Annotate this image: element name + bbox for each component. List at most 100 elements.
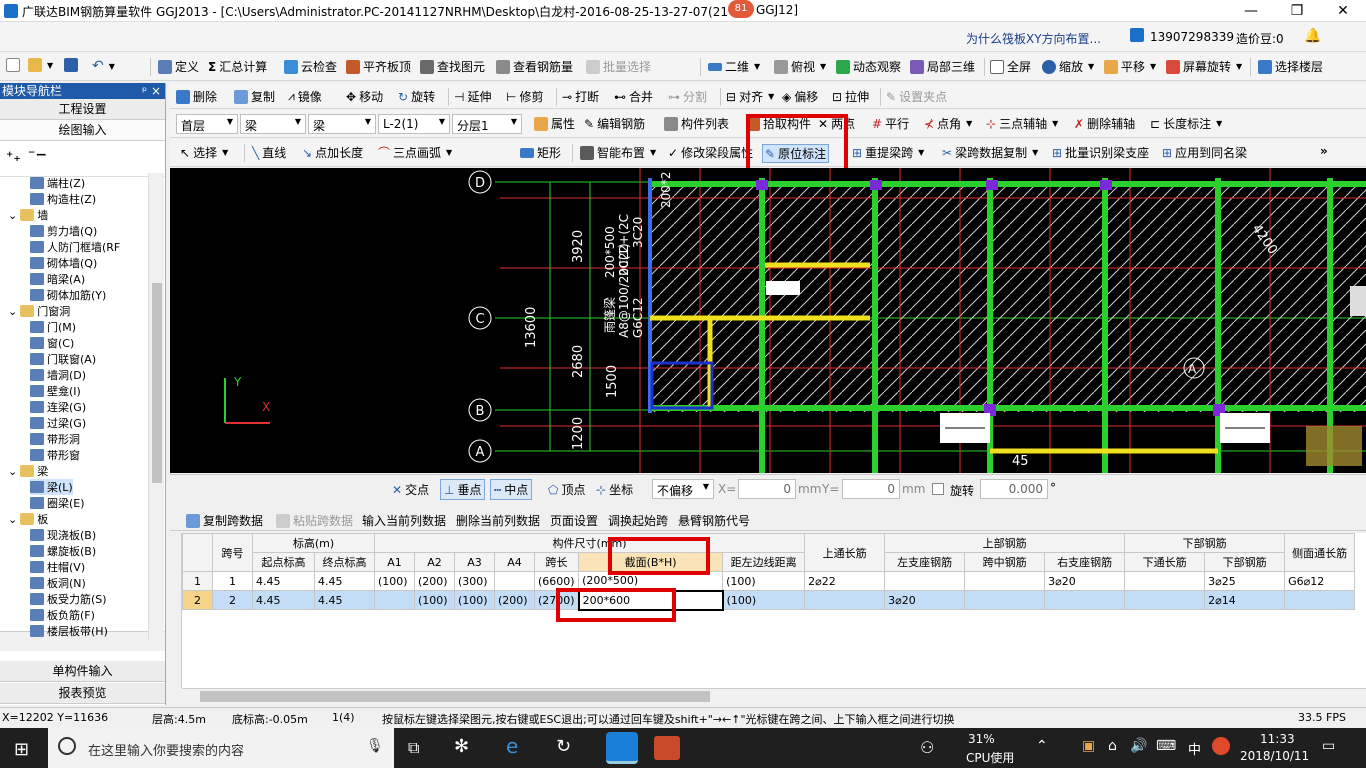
cell-a3[interactable]: (100) — [454, 590, 495, 610]
tree-item[interactable]: 砌体加筋(Y) — [30, 287, 106, 303]
point-length-button[interactable]: ↘ 点加长度 — [302, 144, 363, 161]
project-settings-button[interactable]: 工程设置 — [0, 99, 165, 120]
edit-rebar-button[interactable]: ✎ 编辑钢筋 — [584, 115, 645, 132]
table-row[interactable]: 1 1 4.45 4.45 (100) (200) (300) (6600) (200*500)… — [182, 571, 1356, 591]
batch-identify-button[interactable]: ⊞ 批量识别梁支座 — [1052, 144, 1149, 161]
snap-coordinate-button[interactable]: ⊹ 坐标 — [596, 481, 633, 498]
cell-end[interactable]: 4.45 — [314, 571, 375, 591]
cad-drawing[interactable]: D C B A 3920 13600 2680 1500 1200 4200 4… — [170, 168, 1366, 473]
rectangle-button[interactable]: 矩形 — [520, 144, 561, 161]
cell-top_long[interactable]: 2⌀22 — [804, 571, 886, 591]
tree-item[interactable]: 剪力墙(Q) — [30, 223, 97, 239]
cell-mid[interactable] — [964, 590, 1046, 610]
clock-time[interactable]: 11:33 — [1260, 732, 1295, 746]
table-row[interactable]: 2 2 4.45 4.45 (100) (100) (200) (2700) 200*600 (1… — [182, 589, 1356, 611]
bell-icon[interactable]: 🔔 — [1304, 28, 1321, 44]
cell-left[interactable] — [884, 571, 966, 591]
view-rebar-button[interactable]: 查看钢筋量 — [496, 58, 573, 75]
cell-start[interactable]: 4.45 — [252, 590, 315, 610]
page-setup-button[interactable]: 页面设置 — [550, 512, 598, 529]
maximize-button[interactable]: ❐ — [1274, 0, 1320, 22]
summary-calc-button[interactable]: Σ 汇总计算 — [208, 58, 267, 75]
select-floor-button[interactable]: 选择楼层 — [1258, 58, 1323, 75]
task-view-icon[interactable]: ⧉ — [408, 738, 419, 758]
cell-bot[interactable]: 3⌀25 — [1204, 571, 1286, 591]
tree-item[interactable]: 端柱(Z) — [30, 175, 85, 191]
cell-right[interactable] — [1044, 590, 1126, 610]
cell-end[interactable]: 4.45 — [314, 590, 375, 610]
line-tool-button[interactable]: ╲ 直线 — [252, 144, 286, 161]
category-select-1[interactable]: 梁 ▼ — [240, 114, 306, 134]
tree-toggle-icon[interactable]: ⌄ — [8, 305, 17, 318]
undo-button[interactable]: ↶ ▼ — [92, 58, 115, 74]
report-preview-button[interactable]: 报表预览 — [0, 683, 165, 704]
more-tools-icon[interactable]: » — [1320, 144, 1328, 158]
delete-button[interactable]: 删除 — [176, 88, 217, 105]
cell-a1[interactable] — [374, 590, 415, 610]
expand-all-icon[interactable]: ⁺₊ — [6, 149, 21, 165]
parallel-axis-button[interactable]: # 平行 — [872, 115, 909, 132]
cell-a2[interactable]: (100) — [414, 590, 455, 610]
pdf-app-icon[interactable] — [654, 736, 680, 760]
span-data-copy-button[interactable]: ✂ 梁跨数据复制 ▼ — [942, 144, 1038, 161]
cell-a2[interactable]: (200) — [414, 571, 455, 591]
local-3d-button[interactable]: 局部三维 — [910, 58, 975, 75]
delete-column-button[interactable]: 删除当前列数据 — [456, 512, 540, 529]
cell-span[interactable]: 1 — [212, 571, 253, 591]
delete-axis-button[interactable]: ✗ 删除辅轴 — [1074, 115, 1135, 132]
cell-a3[interactable]: (300) — [454, 571, 495, 591]
tree-scroll-thumb[interactable] — [152, 283, 162, 483]
rotate-button[interactable]: ↻ 旋转 — [398, 88, 435, 105]
ime-indicator[interactable]: 中 — [1188, 739, 1201, 758]
ie-browser-icon[interactable]: e — [506, 734, 518, 758]
draw-input-button[interactable]: 绘图输入 — [0, 120, 165, 141]
snap-intersect-button[interactable]: ✕ 交点 — [392, 481, 429, 498]
tree-item[interactable]: 门(M) — [30, 319, 76, 335]
trim-button[interactable]: ⊢ 修剪 — [506, 88, 543, 105]
cloud-check-button[interactable]: 云检查 — [284, 58, 337, 75]
tree-item[interactable]: 连梁(G) — [30, 399, 86, 415]
move-button[interactable]: ✥ 移动 — [346, 88, 383, 105]
network-icon[interactable]: ⌂ — [1108, 738, 1117, 754]
member-select[interactable]: L-2(1) ▼ — [378, 114, 450, 134]
close-button[interactable]: ✕ — [1320, 0, 1366, 22]
layer-select[interactable]: 分层1 ▼ — [452, 114, 522, 134]
user-phone[interactable]: 13907298339 — [1150, 30, 1234, 44]
x-input[interactable]: 0 — [738, 479, 796, 499]
cell-bot_long[interactable] — [1124, 571, 1206, 591]
minimize-button[interactable]: — — [1228, 0, 1274, 22]
find-element-button[interactable]: 查找图元 — [420, 58, 485, 75]
cell-span[interactable]: 2 — [212, 590, 253, 610]
category-select-2[interactable]: 梁 ▼ — [308, 114, 376, 134]
member-list-button[interactable]: 构件列表 — [664, 115, 729, 132]
tree-item[interactable]: 板负筋(F) — [30, 607, 95, 623]
cost-bean[interactable]: 造价豆:0 — [1236, 30, 1284, 47]
select-tool-button[interactable]: ↖ 选择 ▼ — [180, 144, 228, 161]
cell-a4[interactable]: (200) — [494, 590, 535, 610]
notification-center-icon[interactable]: ▭ — [1322, 738, 1335, 754]
tree-item[interactable]: 砌体墙(Q) — [30, 255, 97, 271]
glodon-app-icon[interactable] — [606, 732, 638, 764]
tray-app-icon[interactable]: ▣ — [1082, 738, 1095, 754]
three-point-axis-button[interactable]: ⊹ 三点辅轴 ▼ — [986, 115, 1058, 132]
modify-segment-button[interactable]: ✓ 修改梁段属性 — [668, 144, 753, 161]
rotate-checkbox[interactable] — [932, 483, 944, 495]
break-button[interactable]: ⊸ 打断 — [562, 88, 599, 105]
offset-button[interactable]: ◈ 偏移 — [782, 88, 818, 105]
length-dim-button[interactable]: ⊏ 长度标注 ▼ — [1150, 115, 1222, 132]
cell-top_long[interactable] — [804, 590, 886, 610]
cell-a4[interactable] — [494, 571, 535, 591]
properties-button[interactable]: 属性 — [534, 115, 575, 132]
clock-date[interactable]: 2018/10/11 — [1240, 749, 1309, 763]
tree-vscroll[interactable] — [148, 173, 164, 639]
re-extract-span-button[interactable]: ⊞ 重提梁跨 ▼ — [852, 144, 924, 161]
cell-mid[interactable] — [964, 571, 1046, 591]
single-member-input-button[interactable]: 单构件输入 — [0, 661, 165, 682]
cell-dist[interactable]: (100) — [722, 571, 806, 591]
tree-toggle-icon[interactable]: ⌄ — [8, 513, 17, 526]
point-angle-button[interactable]: ⊀ 点角 ▼ — [924, 115, 972, 132]
open-file-button[interactable]: ▼ — [28, 58, 53, 72]
snap-vertex-button[interactable]: ⬠ 顶点 — [548, 481, 585, 498]
split-button[interactable]: ⊶ 分割 — [668, 88, 707, 105]
drawing-canvas[interactable]: D C B A 3920 13600 2680 1500 1200 4200 4… — [170, 168, 1366, 473]
